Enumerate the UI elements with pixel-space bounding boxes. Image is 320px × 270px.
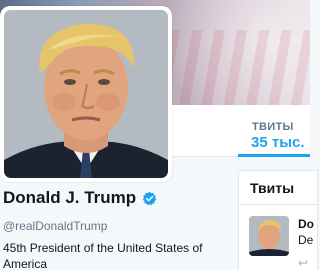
stat-tweets-value: 35 тыс. [251,134,305,151]
profile-name-text: Donald J. Trump [3,188,137,207]
tweet-author-name[interactable]: Do [298,217,314,231]
profile-name[interactable]: Donald J. Trump [3,188,157,208]
stat-tweets-label: ТВИТЫ [252,121,294,133]
verified-badge-icon [142,191,157,205]
stat-tweets[interactable]: ТВИТЫ 35 тыс. [238,105,310,157]
profile-avatar[interactable] [0,6,172,182]
profile-bio: 45th President of the United States of A… [3,241,203,270]
profile-handle[interactable]: @realDonaldTrump [3,219,107,233]
avatar-photo [4,10,168,178]
tweet-avatar[interactable] [249,216,289,256]
reply-icon[interactable]: ↩ [298,256,308,270]
tweets-panel-title: Твиты [250,180,295,196]
tweets-panel-header: Твиты [239,171,319,205]
tweets-panel: Твиты Do De ↩ [238,170,319,270]
tweet-author-handle: De [298,233,314,247]
